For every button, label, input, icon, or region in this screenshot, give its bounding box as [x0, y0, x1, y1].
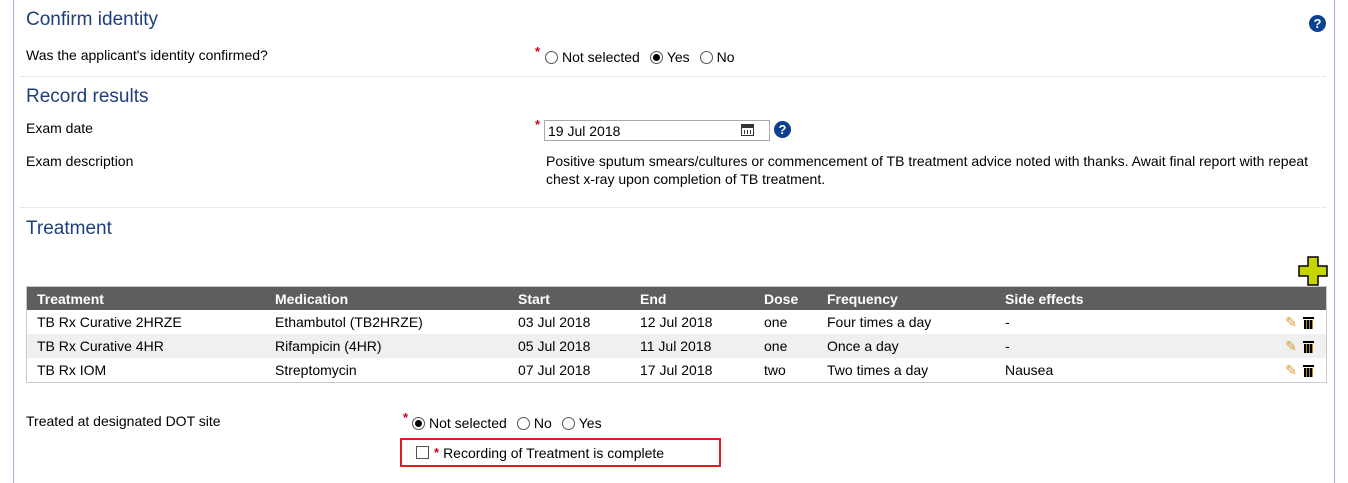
cell-side-effects: -	[1005, 314, 1010, 330]
cell-medication: Ethambutol (TB2HRZE)	[275, 314, 423, 330]
row-actions: ✎	[1256, 334, 1327, 358]
delete-trash-icon[interactable]	[1303, 364, 1314, 377]
cell-side-effects: Nausea	[1005, 362, 1054, 378]
help-icon[interactable]: ?	[774, 121, 791, 138]
dot-option-no[interactable]: No	[516, 415, 552, 431]
cell-dose: two	[764, 362, 786, 378]
identity-question-label: Was the applicant's identity confirmed?	[26, 47, 268, 63]
help-icon[interactable]: ?	[1309, 15, 1326, 32]
row-actions: ✎	[1256, 310, 1327, 334]
radio-label: No	[716, 49, 735, 65]
row-actions: ✎	[1256, 358, 1327, 383]
cell-dose: one	[764, 314, 788, 330]
cell-medication: Rifampicin (4HR)	[265, 334, 508, 358]
radio-label: Yes	[666, 49, 690, 65]
column-header-start[interactable]: Start	[508, 286, 630, 310]
dot-option-not-selected[interactable]: Not selected	[412, 415, 507, 431]
radio-button[interactable]	[649, 50, 663, 64]
cell-medication: Streptomycin	[275, 362, 357, 378]
content-frame	[13, 0, 1335, 483]
cell-treatment: TB Rx IOM	[37, 362, 107, 378]
cell-start: 03 Jul 2018	[518, 314, 591, 330]
cell-treatment: TB Rx Curative 2HRZE	[37, 314, 182, 330]
identity-option-yes[interactable]: Yes	[649, 49, 690, 65]
exam-date-label: Exam date	[26, 120, 93, 136]
treatment-complete-label[interactable]: Recording of Treatment is complete	[443, 445, 664, 461]
section-title-confirm-identity: Confirm identity	[26, 9, 158, 30]
required-marker: *	[535, 117, 541, 132]
column-header-end[interactable]: End	[630, 286, 754, 310]
cell-frequency: Four times a day	[827, 314, 932, 330]
treatment-complete-highlight: * Recording of Treatment is complete	[400, 438, 721, 467]
edit-pencil-icon[interactable]: ✎	[1285, 338, 1297, 355]
treatment-table: Treatment Medication Start End Dose Freq…	[26, 286, 1327, 383]
column-header-side-effects[interactable]: Side effects	[995, 286, 1256, 310]
treatment-complete-checkbox[interactable]	[416, 446, 429, 459]
edit-pencil-icon[interactable]: ✎	[1285, 314, 1297, 331]
radio-button[interactable]	[412, 416, 425, 430]
radio-button[interactable]	[561, 416, 575, 430]
cell-end: 17 Jul 2018	[640, 362, 713, 378]
exam-description-label: Exam description	[26, 153, 134, 169]
cell-end: 12 Jul 2018	[640, 314, 713, 330]
cell-dose: one	[754, 334, 817, 358]
edit-pencil-icon[interactable]: ✎	[1285, 362, 1297, 379]
exam-date-input[interactable]	[544, 120, 770, 141]
radio-label: Not selected	[562, 49, 640, 65]
radio-label: Not selected	[429, 415, 507, 431]
radio-label: Yes	[578, 415, 602, 431]
column-header-medication[interactable]: Medication	[265, 286, 508, 310]
dot-site-label: Treated at designated DOT site	[26, 413, 221, 429]
radio-button[interactable]	[516, 416, 530, 430]
calendar-icon[interactable]	[741, 124, 754, 136]
table-header-row: Treatment Medication Start End Dose Freq…	[26, 286, 1327, 310]
radio-button[interactable]	[545, 50, 558, 64]
section-title-record-results: Record results	[26, 86, 149, 107]
cell-start: 05 Jul 2018	[508, 334, 630, 358]
section-divider	[20, 207, 1326, 208]
column-header-dose[interactable]: Dose	[754, 286, 817, 310]
delete-trash-icon[interactable]	[1303, 316, 1314, 329]
cell-treatment: TB Rx Curative 4HR	[26, 334, 265, 358]
column-header-treatment[interactable]: Treatment	[26, 286, 265, 310]
cell-frequency: Once a day	[817, 334, 995, 358]
cell-frequency: Two times a day	[827, 362, 929, 378]
identity-option-no[interactable]: No	[699, 49, 735, 65]
cell-end: 11 Jul 2018	[630, 334, 754, 358]
section-title-treatment: Treatment	[26, 218, 112, 239]
table-row: TB Rx IOM Streptomycin 07 Jul 2018 17 Ju…	[27, 358, 1327, 383]
radio-label: No	[533, 415, 552, 431]
required-marker: *	[403, 410, 409, 425]
delete-trash-icon[interactable]	[1303, 340, 1314, 353]
cell-side-effects: -	[995, 334, 1256, 358]
column-header-actions	[1256, 286, 1327, 310]
exam-description-text: Positive sputum smears/cultures or comme…	[546, 153, 1309, 187]
cell-start: 07 Jul 2018	[518, 362, 591, 378]
identity-option-not-selected[interactable]: Not selected	[545, 49, 640, 65]
table-row: TB Rx Curative 2HRZE Ethambutol (TB2HRZE…	[27, 310, 1327, 334]
section-divider	[20, 76, 1326, 77]
required-marker: *	[434, 445, 440, 460]
identity-radio-group: Not selected Yes No	[545, 49, 745, 65]
add-plus-icon[interactable]	[1298, 256, 1328, 286]
column-header-frequency[interactable]: Frequency	[817, 286, 995, 310]
dot-site-radio-group: Not selected No Yes	[412, 415, 612, 431]
dot-option-yes[interactable]: Yes	[561, 415, 602, 431]
table-row: TB Rx Curative 4HR Rifampicin (4HR) 05 J…	[26, 334, 1327, 358]
radio-button[interactable]	[699, 50, 713, 64]
required-marker: *	[535, 44, 541, 59]
